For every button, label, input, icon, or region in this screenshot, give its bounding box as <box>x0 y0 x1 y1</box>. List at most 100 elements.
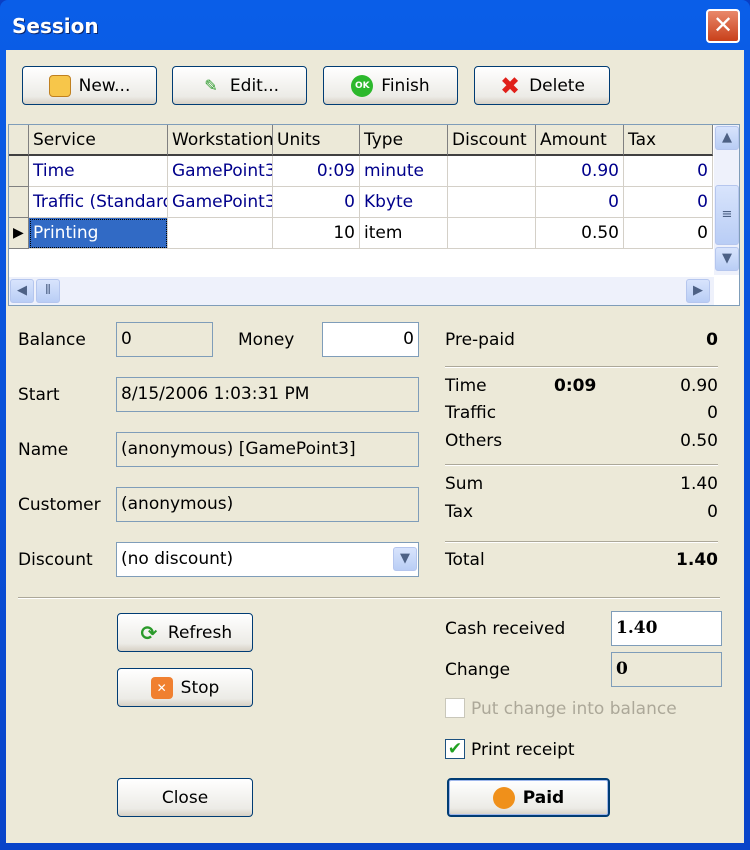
cell-type[interactable]: item <box>360 218 448 249</box>
column-header-units[interactable]: Units <box>273 125 360 156</box>
change-field: 0 <box>611 652 722 687</box>
tax-value: 0 <box>707 502 718 522</box>
start-label: Start <box>18 385 60 405</box>
paid-button[interactable]: Paid <box>447 778 610 817</box>
discount-label: Discount <box>18 550 93 570</box>
divider <box>445 366 718 368</box>
horizontal-scrollbar[interactable]: ◀ ⦀ ▶ <box>9 277 714 305</box>
cell-type[interactable]: Kbyte <box>360 187 448 218</box>
vertical-scrollbar[interactable]: ▲ ≡ ▼ <box>714 125 739 275</box>
new-document-icon <box>48 74 71 97</box>
cash-received-input[interactable]: 1.40 <box>611 611 722 646</box>
column-header-tax[interactable]: Tax <box>624 125 713 156</box>
discount-select[interactable]: (no discount) ▼ <box>116 542 419 577</box>
print-receipt-label: Print receipt <box>471 740 575 760</box>
horizontal-scroll-thumb[interactable]: ⦀ <box>36 279 60 303</box>
cell-service[interactable]: Printing <box>29 218 168 249</box>
ok-icon: OK <box>351 74 374 97</box>
cell-service[interactable]: Time <box>29 156 168 187</box>
cell-discount[interactable] <box>448 156 536 187</box>
window-client: New... ✎ Edit... OK Finish ✖ Delete Service… <box>6 50 744 843</box>
stop-label: Stop <box>180 677 220 698</box>
cell-workstation[interactable] <box>168 218 273 249</box>
cell-discount[interactable] <box>448 218 536 249</box>
cell-tax[interactable]: 0 <box>624 218 713 249</box>
sum-value: 1.40 <box>680 474 718 494</box>
total-value: 1.40 <box>676 550 718 570</box>
column-header-amount[interactable]: Amount <box>536 125 624 156</box>
cell-amount[interactable]: 0.90 <box>536 156 624 187</box>
time-units: 0:09 <box>554 376 597 396</box>
cell-units[interactable]: 10 <box>273 218 360 249</box>
start-field: 8/15/2006 1:03:31 PM <box>116 377 419 412</box>
pencil-icon: ✎ <box>204 76 218 95</box>
delete-x-icon: ✖ <box>500 71 521 100</box>
column-header-service[interactable]: Service <box>29 125 168 156</box>
balance-field: 0 <box>116 322 213 357</box>
chevron-down-icon[interactable]: ▼ <box>393 547 417 571</box>
window-title: Session <box>12 14 99 38</box>
edit-button[interactable]: ✎ Edit... <box>172 66 307 105</box>
change-label: Change <box>445 660 511 680</box>
section-divider <box>18 597 720 599</box>
divider <box>445 464 718 466</box>
close-label: Close <box>161 787 209 808</box>
refresh-button[interactable]: ⟳ Refresh <box>117 613 253 652</box>
customer-field: (anonymous) <box>116 487 419 522</box>
grid-corner <box>9 125 29 156</box>
close-window-button[interactable]: ✕ <box>706 9 740 43</box>
others-value: 0.50 <box>680 431 718 451</box>
put-change-label: Put change into balance <box>471 699 677 719</box>
finish-button[interactable]: OK Finish <box>323 66 458 105</box>
stop-button[interactable]: ✕ Stop <box>117 668 253 707</box>
others-label: Others <box>445 431 503 451</box>
column-header-workstation[interactable]: Workstation <box>168 125 273 156</box>
cell-tax[interactable]: 0 <box>624 156 713 187</box>
divider <box>445 541 718 543</box>
delete-label: Delete <box>529 75 585 96</box>
scroll-up-arrow-icon[interactable]: ▲ <box>715 126 739 150</box>
cell-amount[interactable]: 0.50 <box>536 218 624 249</box>
cell-tax[interactable]: 0 <box>624 187 713 218</box>
tax-label: Tax <box>445 502 474 522</box>
money-label: Money <box>238 330 295 350</box>
vertical-scroll-thumb[interactable]: ≡ <box>715 185 739 245</box>
close-button[interactable]: Close <box>117 778 253 817</box>
new-label: New... <box>78 75 131 96</box>
cell-type[interactable]: minute <box>360 156 448 187</box>
traffic-label: Traffic <box>445 403 497 423</box>
scroll-right-arrow-icon[interactable]: ▶ <box>686 279 710 303</box>
row-indicator[interactable] <box>9 156 29 187</box>
scroll-down-arrow-icon[interactable]: ▼ <box>715 247 739 271</box>
column-header-type[interactable]: Type <box>360 125 448 156</box>
scroll-left-arrow-icon[interactable]: ◀ <box>10 279 34 303</box>
new-button[interactable]: New... <box>22 66 157 105</box>
paid-label: Paid <box>522 787 565 808</box>
prepaid-value: 0 <box>706 330 718 350</box>
discount-value: (no discount) <box>121 549 234 569</box>
current-row-arrow-icon[interactable]: ▶ <box>9 218 29 249</box>
session-window: Session ✕ New... ✎ Edit... OK Finish ✖ Dele… <box>0 0 750 850</box>
money-bag-icon <box>492 786 515 809</box>
cell-workstation[interactable]: GamePoint3 <box>168 187 273 218</box>
cash-received-label: Cash received <box>445 619 566 639</box>
traffic-value: 0 <box>707 403 718 423</box>
refresh-label: Refresh <box>167 622 233 643</box>
cell-workstation[interactable]: GamePoint3 <box>168 156 273 187</box>
services-grid[interactable]: Service Workstation Units Type Discount … <box>8 124 740 306</box>
time-value: 0.90 <box>680 376 718 396</box>
cell-units[interactable]: 0 <box>273 187 360 218</box>
print-receipt-checkbox[interactable]: ✔ <box>445 739 465 759</box>
name-field: (anonymous) [GamePoint3] <box>116 432 419 467</box>
cell-service[interactable]: Traffic (Standard) <box>29 187 168 218</box>
column-header-discount[interactable]: Discount <box>448 125 536 156</box>
put-change-checkbox[interactable] <box>445 698 465 718</box>
delete-button[interactable]: ✖ Delete <box>474 66 610 105</box>
total-label: Total <box>445 550 485 570</box>
money-input[interactable]: 0 <box>322 322 419 357</box>
cell-units[interactable]: 0:09 <box>273 156 360 187</box>
cell-discount[interactable] <box>448 187 536 218</box>
time-label: Time <box>445 376 487 396</box>
cell-amount[interactable]: 0 <box>536 187 624 218</box>
row-indicator[interactable] <box>9 187 29 218</box>
